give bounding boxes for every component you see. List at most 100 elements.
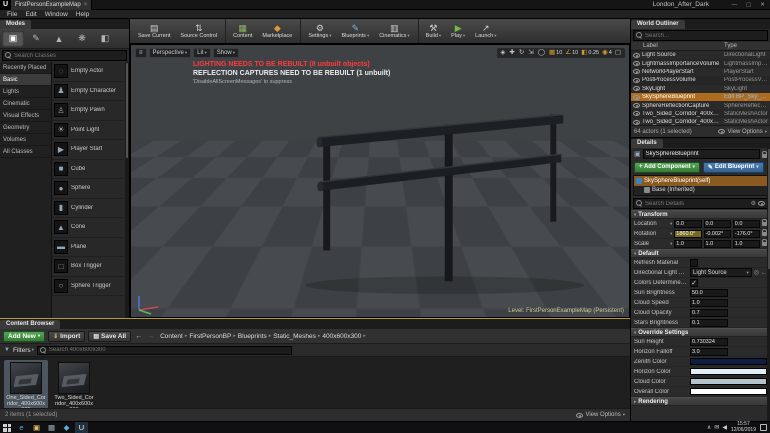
category-item[interactable]: Lights: [0, 86, 51, 98]
placeable-item[interactable]: ♙ Empty Pawn: [52, 101, 124, 121]
mode-tab-icon[interactable]: ✎: [25, 31, 47, 47]
visibility-eye-icon[interactable]: [633, 119, 640, 125]
column-label[interactable]: Label: [633, 43, 724, 49]
outliner-row[interactable]: SphereReflectionCapture SphereReflection…: [631, 101, 770, 110]
scale-z-field[interactable]: 1.0: [732, 239, 761, 248]
visibility-eye-icon[interactable]: [633, 111, 640, 117]
menu-item[interactable]: Help: [72, 10, 93, 19]
location-y-field[interactable]: 0.0: [703, 219, 731, 228]
tray-icon[interactable]: ◀: [722, 424, 727, 431]
outliner-row[interactable]: Two_Sided_Corridor_400x600x300 StaticMes…: [631, 118, 770, 125]
outliner-row[interactable]: NetworkPlayerStart PlayerStart: [631, 67, 770, 77]
breadcrumb-item[interactable]: Blueprints: [238, 333, 267, 340]
scrollbar-thumb[interactable]: [767, 149, 770, 269]
scale-y-field[interactable]: 1.0: [703, 239, 731, 248]
category-item[interactable]: Basic: [0, 74, 51, 86]
placeable-item[interactable]: ☀ Point Light: [52, 121, 124, 140]
tray-icon[interactable]: ✉: [714, 424, 719, 431]
refresh-material-checkbox[interactable]: [690, 258, 698, 267]
visibility-eye-icon[interactable]: [633, 86, 640, 92]
placeable-item[interactable]: ■ Cube: [52, 160, 124, 179]
tab-content-browser[interactable]: Content Browser: [0, 320, 61, 329]
location-x-field[interactable]: 0.0: [674, 219, 702, 228]
viewport-tool-button[interactable]: ◈: [500, 49, 506, 57]
viewport-3d[interactable]: ≡ Perspective ▾ Lit ▾ Show ▾ LIGHTING NEEDS T…: [130, 44, 630, 318]
sun-height-field[interactable]: 0.730324: [690, 337, 728, 346]
toolbar-button[interactable]: ▤ Save Current▾: [134, 19, 174, 43]
cloud-opacity-field[interactable]: 0.7: [690, 308, 728, 317]
location-label[interactable]: Location: [634, 221, 668, 227]
category-item[interactable]: All Classes: [0, 146, 51, 158]
placeable-item[interactable]: ▲ Cone: [52, 218, 124, 238]
cloud-speed-field[interactable]: 1.0: [690, 298, 728, 307]
rotation-z-field[interactable]: -176.0°: [732, 229, 761, 238]
toolbar-button[interactable]: ⚒ Build ▾: [417, 19, 446, 43]
toolbar-button[interactable]: ⚙ Settings ▾: [300, 19, 335, 43]
viewport-menu-button[interactable]: ≡: [135, 48, 147, 58]
viewport-tool-button[interactable]: ▢: [615, 49, 622, 57]
component-row[interactable]: SkySphereBlueprint(self): [634, 176, 767, 186]
category-item[interactable]: Cinematic: [0, 98, 51, 110]
outliner-row[interactable]: SkySphereBlueprint Edit BP_Sky_Sphere: [631, 92, 770, 102]
viewport-tool-button[interactable]: ∠ 10: [565, 49, 578, 57]
toolbar-button[interactable]: ▥ Cinematics ▾: [375, 19, 413, 43]
viewmode-button[interactable]: Perspective ▾: [148, 48, 192, 58]
taskbar-clock[interactable]: 15:57 12/06/2019: [731, 421, 756, 433]
visibility-eye-icon[interactable]: [633, 69, 640, 75]
colors-determined-checkbox[interactable]: [690, 278, 698, 287]
visibility-eye-icon[interactable]: [633, 52, 640, 58]
category-item[interactable]: Volumes: [0, 134, 51, 146]
edit-blueprint-button[interactable]: ✎ Edit Blueprint ▾: [702, 161, 764, 173]
mode-tab-icon[interactable]: ❋: [71, 31, 93, 47]
directional-light-dropdown[interactable]: Light Source ▾: [690, 268, 752, 277]
action-center-icon[interactable]: [760, 424, 767, 431]
outliner-view-options-button[interactable]: View Options ▾: [718, 129, 767, 135]
visibility-eye-icon[interactable]: [633, 94, 640, 100]
toolbar-button[interactable]: ↗ Launch ▾: [471, 19, 500, 43]
start-button[interactable]: [3, 423, 11, 432]
viewport-tool-button[interactable]: ✚: [509, 49, 515, 57]
toolbar-button[interactable]: ⇅ Source Control▾: [176, 19, 221, 43]
component-row[interactable]: Base (Inherited): [634, 186, 767, 196]
placeable-item[interactable]: ● Sphere: [52, 179, 124, 199]
viewport-tool-button[interactable]: ◉ 4: [602, 49, 612, 57]
visibility-eye-icon[interactable]: [633, 61, 640, 67]
gear-icon[interactable]: ⚙: [751, 200, 756, 207]
viewport-tool-button[interactable]: ◧ 0.25: [581, 49, 599, 57]
details-search-input[interactable]: [645, 200, 749, 207]
section-rendering[interactable]: ▸ Rendering: [631, 397, 770, 406]
actor-name-field[interactable]: [642, 149, 760, 159]
window-maximize-button[interactable]: ▢: [744, 2, 753, 8]
viewmode-button[interactable]: Show ▾: [212, 48, 240, 58]
sun-brightness-field[interactable]: 50.0: [690, 288, 728, 297]
toolbar-button[interactable]: ▶ Play ▾: [447, 19, 469, 43]
location-z-field[interactable]: 0.0: [732, 219, 761, 228]
save-all-button[interactable]: ▤ Save All: [88, 330, 132, 342]
viewport-tool-button[interactable]: ↻: [519, 49, 525, 57]
level-tab[interactable]: FirstPersonExampleMap ×: [11, 0, 93, 10]
taskbar-app-icon[interactable]: U: [75, 421, 88, 433]
taskbar-app-icon[interactable]: ▣: [30, 422, 43, 433]
mode-tab-icon[interactable]: ▣: [2, 30, 24, 47]
section-transform[interactable]: ▾ Transform: [631, 210, 770, 219]
add-component-button[interactable]: + Add Component ▾: [634, 161, 700, 173]
tray-icon[interactable]: ∧: [707, 424, 711, 431]
outliner-search-input[interactable]: [645, 32, 765, 39]
section-override-settings[interactable]: ▾ Override Settings: [631, 328, 770, 337]
column-type[interactable]: Type: [724, 43, 768, 49]
visibility-eye-icon[interactable]: [633, 77, 640, 83]
scrollbar-thumb[interactable]: [126, 63, 128, 158]
taskbar-app-icon[interactable]: e: [15, 422, 28, 433]
cloud-color-swatch[interactable]: [690, 378, 767, 385]
placeable-item[interactable]: ▶ Player Start: [52, 140, 124, 160]
breadcrumb-item[interactable]: Content: [160, 333, 183, 340]
category-item[interactable]: Geometry: [0, 122, 51, 134]
horizon-color-swatch[interactable]: [690, 368, 767, 375]
toolbar-button[interactable]: ◆ Marketplace▾: [258, 19, 296, 43]
mode-tab-icon[interactable]: ▲: [48, 31, 70, 47]
category-item[interactable]: Recently Placed: [0, 62, 51, 74]
outliner-row[interactable]: Light Source DirectionalLight: [631, 51, 770, 60]
window-close-button[interactable]: ✕: [758, 2, 767, 8]
scale-x-field[interactable]: 1.0: [674, 239, 702, 248]
modes-search-input[interactable]: [14, 52, 124, 59]
